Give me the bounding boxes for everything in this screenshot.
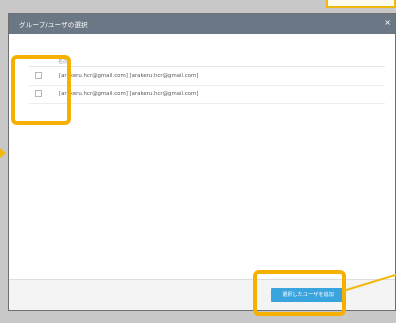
table-row[interactable]: [arakeru.hcr@gmail.com] [arakeru.hcr@gma… (29, 85, 385, 104)
user-label: [arakeru.hcr@gmail.com] [arakeru.hcr@gma… (59, 73, 199, 79)
highlight-checkboxes (11, 55, 71, 125)
table-row[interactable]: [arakeru.hcr@gmail.com] [arakeru.hcr@gma… (29, 67, 385, 86)
highlight-add-button (253, 270, 346, 316)
close-icon[interactable]: × (384, 18, 391, 28)
dialog-title: グループ/ユーザの選択 (19, 21, 88, 29)
callout-arrow-left (0, 148, 6, 158)
dialog-titlebar: グループ/ユーザの選択 × (9, 14, 395, 34)
callout-box (326, 0, 396, 8)
user-label: [arakeru.hcr@gmail.com] [arakeru.hcr@gma… (59, 91, 199, 97)
